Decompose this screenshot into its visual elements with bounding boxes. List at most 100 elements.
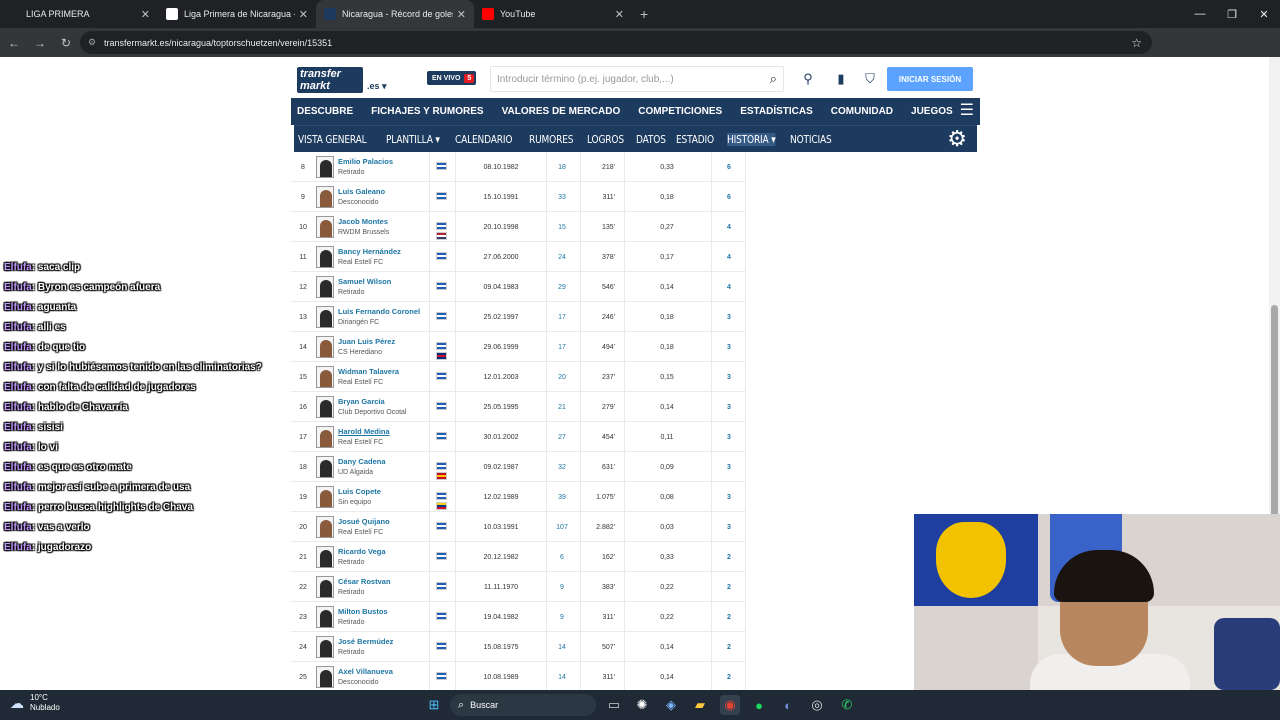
player-name-link[interactable]: Ricardo Vega xyxy=(338,547,386,556)
player-photo[interactable] xyxy=(316,396,334,418)
sub-nav-item[interactable]: DATOS xyxy=(636,133,666,146)
discord-icon[interactable]: ◐ xyxy=(778,695,798,715)
player-club-link[interactable]: Retirado xyxy=(338,589,364,596)
goals-link[interactable]: 3 xyxy=(721,494,737,501)
appearances-link[interactable]: 18 xyxy=(552,164,572,171)
player-club-link[interactable]: RWDM Brussels xyxy=(338,229,389,236)
goals-link[interactable]: 4 xyxy=(721,224,737,231)
player-name-link[interactable]: Josué Quijano xyxy=(338,517,390,526)
file-explorer-icon[interactable]: ▰ xyxy=(690,695,710,715)
player-photo[interactable] xyxy=(316,186,334,208)
player-club-link[interactable]: Retirado xyxy=(338,169,364,176)
goals-link[interactable]: 3 xyxy=(721,524,737,531)
player-club-link[interactable]: Sin equipo xyxy=(338,499,371,506)
main-nav-item[interactable]: FICHAJES Y RUMORES xyxy=(371,106,483,117)
player-name-link[interactable]: Bryan García xyxy=(338,397,385,406)
player-photo[interactable] xyxy=(316,486,334,508)
player-name-link[interactable]: Juan Luis Pérez xyxy=(338,337,395,346)
spotify-icon[interactable]: ● xyxy=(749,695,769,715)
browser-tab[interactable]: Liga Primera de Nicaragua - Wi ✕ xyxy=(158,0,316,28)
player-photo[interactable] xyxy=(316,606,334,628)
user-search-icon[interactable]: ⚲ xyxy=(797,68,819,90)
player-name-link[interactable]: Milton Bustos xyxy=(338,607,388,616)
restore-icon[interactable]: ❐ xyxy=(1216,0,1248,28)
search-input[interactable]: Introducir término (p.ej. jugador, club,… xyxy=(490,66,784,92)
player-photo[interactable] xyxy=(316,546,334,568)
new-tab-button[interactable]: + xyxy=(640,6,648,22)
appearances-link[interactable]: 6 xyxy=(552,554,572,561)
goals-link[interactable]: 4 xyxy=(721,284,737,291)
copilot-icon[interactable]: ◈ xyxy=(661,695,681,715)
search-icon[interactable]: ⌕ xyxy=(770,71,777,87)
player-photo[interactable] xyxy=(316,516,334,538)
goals-link[interactable]: 3 xyxy=(721,314,737,321)
player-name-link[interactable]: César Rostvan xyxy=(338,577,391,586)
goals-link[interactable]: 3 xyxy=(721,434,737,441)
player-club-link[interactable]: CS Herediano xyxy=(338,349,382,356)
player-name-link[interactable]: Bancy Hernández xyxy=(338,247,401,256)
windows-start-icon[interactable]: ⊞ xyxy=(424,695,444,715)
settings-gear-icon[interactable]: ⚙ xyxy=(947,128,967,150)
player-photo[interactable] xyxy=(316,636,334,658)
player-name-link[interactable]: Luis Galeano xyxy=(338,187,385,196)
sub-nav-item[interactable]: PLANTILLA ▾ xyxy=(386,133,440,146)
main-nav-item[interactable]: ESTADÍSTICAS xyxy=(740,106,813,117)
player-name-link[interactable]: Luis Copete xyxy=(338,487,381,496)
sub-nav-item[interactable]: RUMORES xyxy=(529,133,573,146)
main-nav-item[interactable]: VALORES DE MERCADO xyxy=(502,106,621,117)
player-name-link[interactable]: Widman Talavera xyxy=(338,367,399,376)
sub-nav-item[interactable]: ESTADIO xyxy=(676,133,714,146)
tab-close-icon[interactable]: ✕ xyxy=(615,8,624,21)
player-name-link[interactable]: Axel Villanueva xyxy=(338,667,393,676)
reload-icon[interactable]: ↻ xyxy=(54,31,78,55)
bookmark-star-icon[interactable]: ☆ xyxy=(1131,36,1142,50)
appearances-link[interactable]: 9 xyxy=(552,614,572,621)
task-view-icon[interactable]: ▭ xyxy=(604,695,624,715)
weather-widget[interactable]: ☁ 10°C Nublado xyxy=(10,693,60,713)
appearances-link[interactable]: 9 xyxy=(552,584,572,591)
browser-tab[interactable]: Nicaragua - Récord de goles má ✕ xyxy=(316,0,474,28)
tab-close-icon[interactable]: ✕ xyxy=(299,8,308,21)
appearances-link[interactable]: 21 xyxy=(552,404,572,411)
player-club-link[interactable]: Real Estelí FC xyxy=(338,259,383,266)
player-name-link[interactable]: Samuel Wilson xyxy=(338,277,391,286)
player-photo[interactable] xyxy=(316,576,334,598)
appearances-link[interactable]: 14 xyxy=(552,644,572,651)
appearances-link[interactable]: 15 xyxy=(552,224,572,231)
login-button[interactable]: INICIAR SESIÓN xyxy=(887,67,973,91)
player-photo[interactable] xyxy=(316,456,334,478)
domain-selector[interactable]: .es ▾ xyxy=(367,81,387,92)
player-name-link[interactable]: Jacob Montes xyxy=(338,217,388,226)
player-club-link[interactable]: Retirado xyxy=(338,289,364,296)
player-photo[interactable] xyxy=(316,336,334,358)
player-club-link[interactable]: Real Estelí FC xyxy=(338,529,383,536)
browser-tab[interactable]: YouTube ✕ xyxy=(474,0,632,28)
sub-nav-item[interactable]: VISTA GENERAL xyxy=(298,133,367,146)
player-photo[interactable] xyxy=(316,366,334,388)
goals-link[interactable]: 6 xyxy=(721,164,737,171)
player-club-link[interactable]: UD Algaida xyxy=(338,469,373,476)
chatgpt-icon[interactable]: ✺ xyxy=(632,695,652,715)
player-photo[interactable] xyxy=(316,426,334,448)
browser-tab[interactable]: LIGA PRIMERA ✕ xyxy=(0,0,158,28)
player-name-link[interactable]: Luis Fernando Coronel xyxy=(338,307,420,316)
main-nav-item[interactable]: DESCUBRE xyxy=(297,106,353,117)
sub-nav-item[interactable]: HISTORIA ▾ xyxy=(726,132,775,146)
player-name-link[interactable]: Dany Cadena xyxy=(338,457,386,466)
appearances-link[interactable]: 39 xyxy=(552,494,572,501)
player-name-link[interactable]: Harold Medina xyxy=(338,427,390,436)
player-photo[interactable] xyxy=(316,276,334,298)
sub-nav-item[interactable]: LOGROS xyxy=(587,133,624,146)
goals-link[interactable]: 2 xyxy=(721,614,737,621)
player-club-link[interactable]: Retirado xyxy=(338,619,364,626)
main-nav-item[interactable]: COMPETICIONES xyxy=(638,106,722,117)
main-nav-item[interactable]: COMUNIDAD xyxy=(831,106,893,117)
player-club-link[interactable]: Real Estelí FC xyxy=(338,379,383,386)
goals-link[interactable]: 3 xyxy=(721,344,737,351)
player-club-link[interactable]: Desconocido xyxy=(338,679,378,686)
appearances-link[interactable]: 14 xyxy=(552,674,572,681)
transfermarkt-logo[interactable]: transfer markt xyxy=(297,67,363,93)
player-photo[interactable] xyxy=(316,156,334,178)
player-club-link[interactable]: Diriangén FC xyxy=(338,319,379,326)
goals-link[interactable]: 2 xyxy=(721,674,737,681)
